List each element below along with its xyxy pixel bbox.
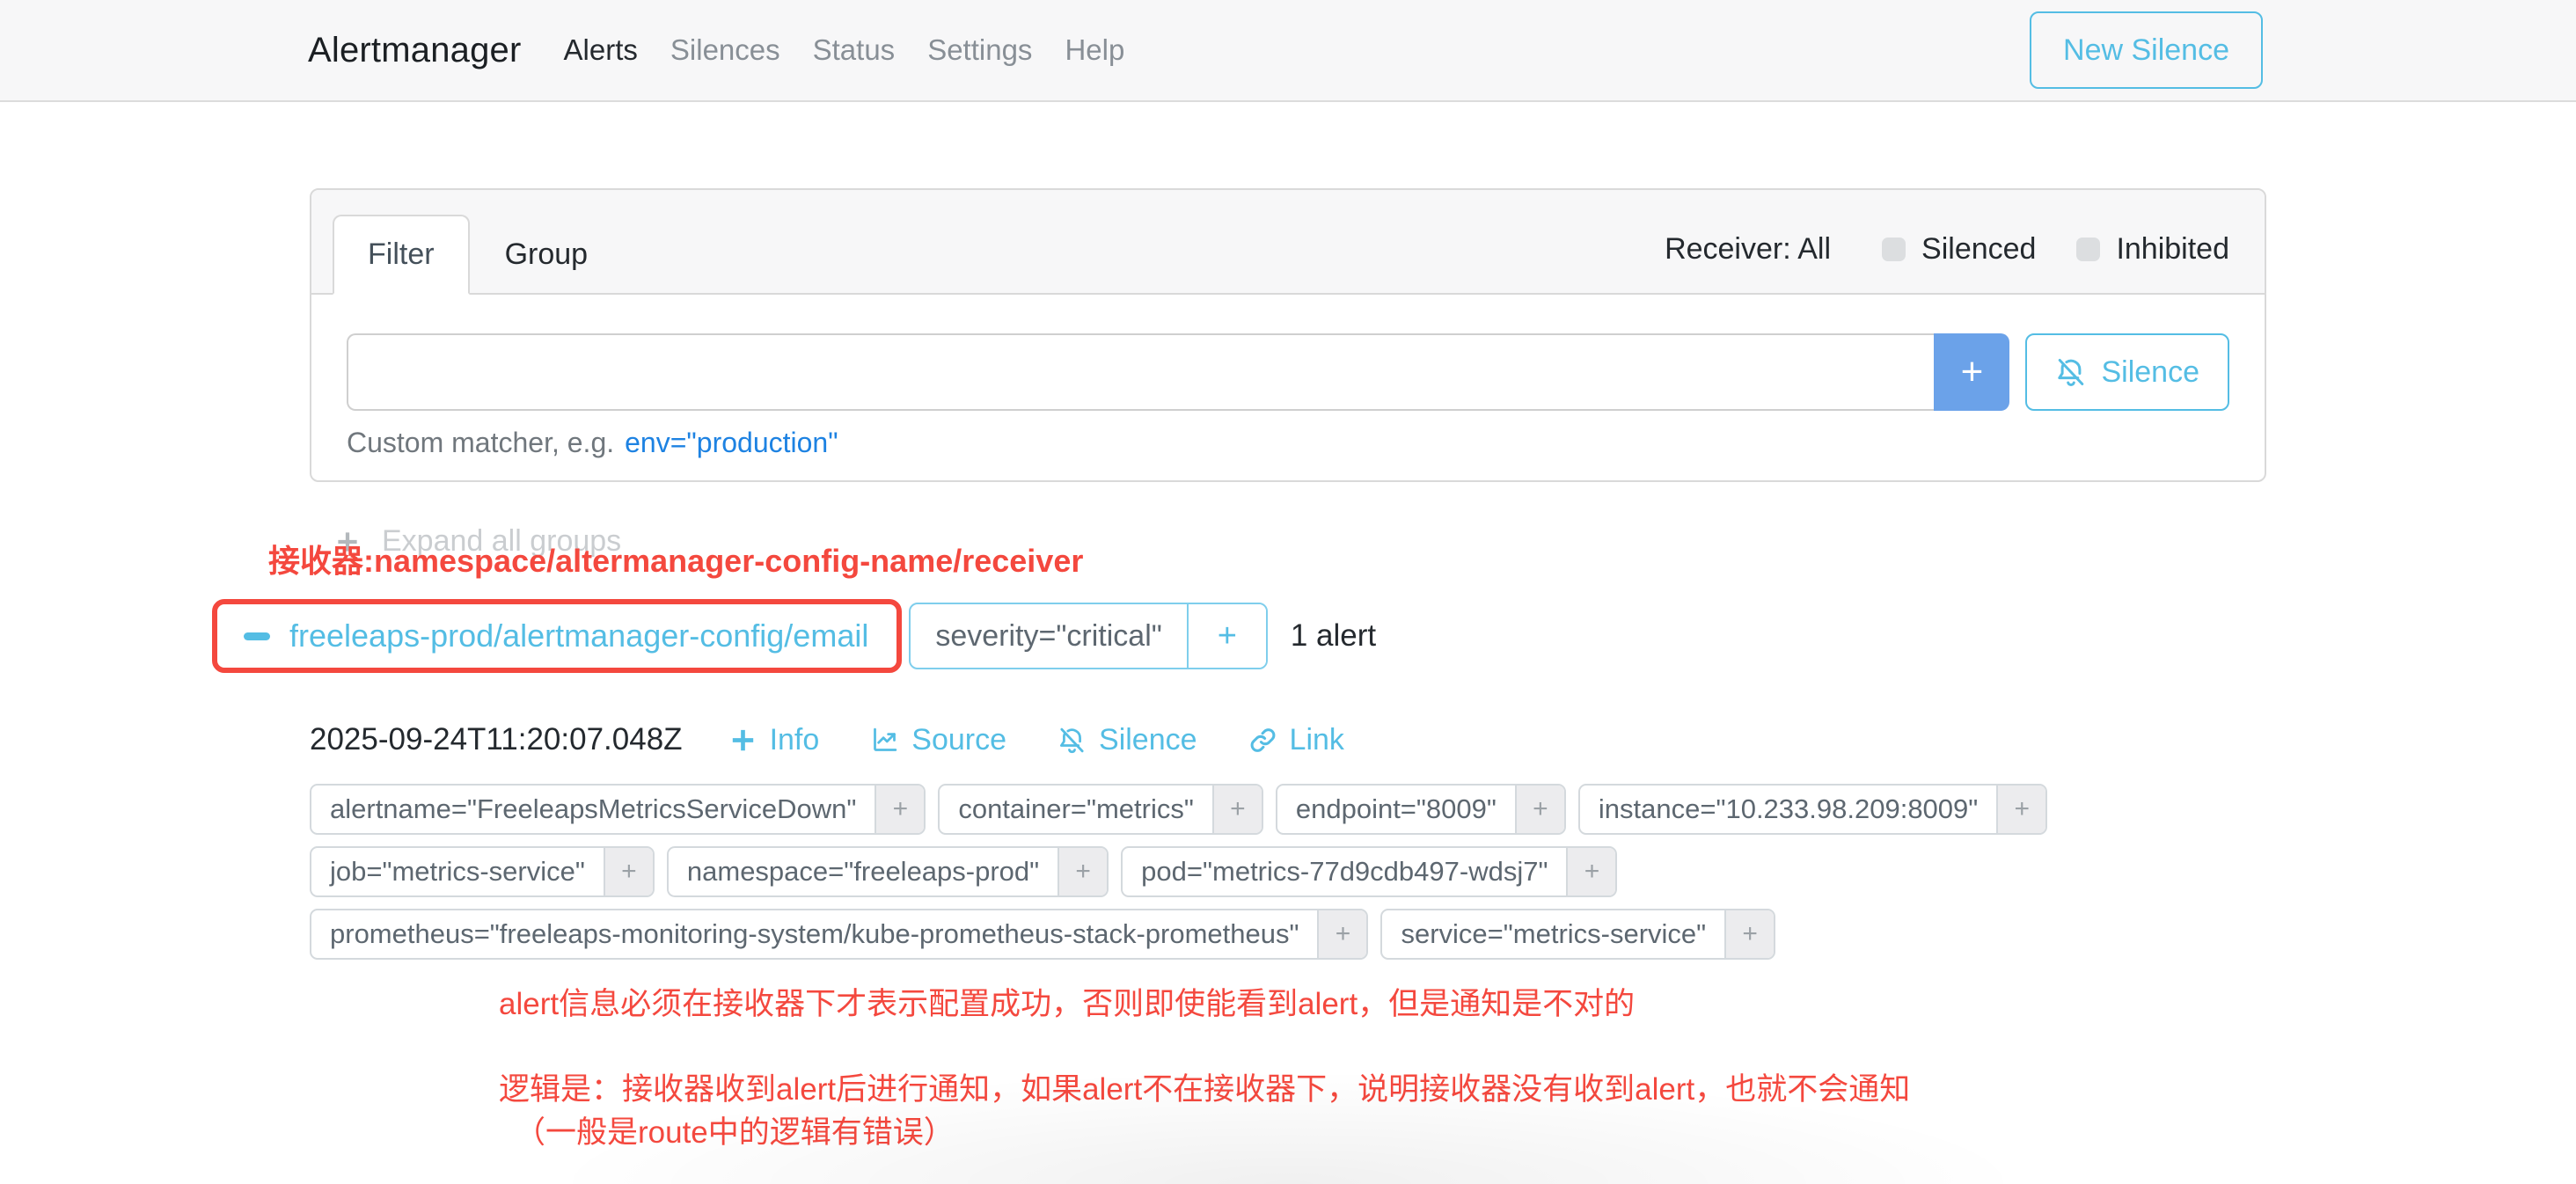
alert-count: 1 alert [1291,618,1376,654]
alert-label-chip: endpoint="8009"+ [1276,784,1566,835]
alert-label-chip: job="metrics-service"+ [310,846,655,897]
alert-label-text: pod="metrics-77d9cdb497-wdsj7" [1123,848,1566,895]
alert-header-row: 2025-09-24T11:20:07.048Z Info Source Silen… [310,722,2266,757]
action-label: Silence [1099,723,1197,757]
app-brand[interactable]: Alertmanager [308,31,522,70]
alert-label-text: job="metrics-service" [311,848,604,895]
alert-timestamp: 2025-09-24T11:20:07.048Z [310,722,683,757]
matcher-input[interactable] [347,333,1934,411]
alert-label-add-button[interactable]: + [1057,848,1107,895]
inhibited-label: Inhibited [2116,232,2229,267]
alert-label-text: endpoint="8009" [1277,786,1515,833]
add-matcher-button[interactable]: + [1934,333,2009,411]
alert-label-text: prometheus="freeleaps-monitoring-system/… [311,910,1317,958]
receiver-filter-dropdown[interactable]: Receiver: All [1665,232,1831,267]
alert-action-info[interactable]: Info [728,723,820,757]
nav-item-help[interactable]: Help [1065,33,1124,67]
alert-label-text: namespace="freeleaps-prod" [669,848,1057,895]
tab-group[interactable]: Group [470,215,624,295]
annotation-highlight-box: freeleaps-prod/alertmanager-config/email [212,599,902,673]
nav-item-settings[interactable]: Settings [927,33,1032,67]
group-receiver-toggle[interactable]: freeleaps-prod/alertmanager-config/email [244,613,868,659]
alert-label-add-button[interactable]: + [604,848,653,895]
alert-label-text: instance="10.233.98.209:8009" [1580,786,1996,833]
alert-label-chip: container="metrics"+ [938,784,1263,835]
alert-label-chip: instance="10.233.98.209:8009"+ [1578,784,2047,835]
alert-label-add-button[interactable]: + [1566,848,1615,895]
group-matcher-add-button[interactable]: + [1187,604,1266,668]
custom-matcher-hint: Custom matcher, e.g. env="production" [347,427,2229,459]
logic-annotation-line1: 逻辑是：接收器收到alert后进行通知，如果alert不在接收器下，说明接收器没… [499,1068,2266,1111]
silence-button-label: Silence [2101,355,2199,390]
nav-item-status[interactable]: Status [813,33,896,67]
hint-example-link[interactable]: env="production" [625,427,838,458]
silence-filter-button[interactable]: Silence [2025,333,2229,411]
alert-label-chip: prometheus="freeleaps-monitoring-system/… [310,909,1368,960]
top-navigation-bar: Alertmanager Alerts Silences Status Setting… [0,0,2576,102]
logic-annotation-text: 逻辑是：接收器收到alert后进行通知，如果alert不在接收器下，说明接收器没… [499,1068,2266,1154]
alert-label-chip: alertname="FreeleapsMetricsServiceDown"+ [310,784,926,835]
matcher-input-group: + Silence [347,333,2229,411]
filter-options: Receiver: All Silenced Inhibited [1665,232,2229,293]
plus-icon [728,726,757,755]
nav-item-alerts[interactable]: Alerts [564,33,638,67]
silenced-checkbox[interactable] [1882,238,1906,261]
group-matcher-chip: severity="critical" + [909,603,1267,669]
alert-label-text: container="metrics" [940,786,1212,833]
alert-label-text: alertname="FreeleapsMetricsServiceDown" [311,786,875,833]
action-label: Source [911,723,1006,757]
main-content: FilterGroup Receiver: All Silenced Inhibi… [310,188,2266,1154]
alert-label-text: service="metrics-service" [1382,910,1724,958]
alert-label-chip: pod="metrics-77d9cdb497-wdsj7"+ [1121,846,1617,897]
tab-filter[interactable]: Filter [333,215,470,295]
bell-slash-icon [2055,356,2087,388]
main-nav: Alerts Silences Status Settings Help [564,33,1158,67]
new-silence-button[interactable]: New Silence [2030,11,2263,89]
alert-actions: Info Source Silence Link [728,723,1395,757]
alert-label-chip: namespace="freeleaps-prod"+ [667,846,1109,897]
group-matcher-text: severity="critical" [911,604,1186,668]
alert-labels-row: prometheus="freeleaps-monitoring-system/… [310,909,2266,960]
bell-slash-icon [1057,726,1087,755]
group-receiver-label: freeleaps-prod/alertmanager-config/email [289,613,868,659]
alert-label-chip: service="metrics-service"+ [1380,909,1775,960]
alert-label-add-button[interactable]: + [1996,786,2045,833]
alert-label-add-button[interactable]: + [1212,786,1262,833]
alert-labels-row: job="metrics-service"+namespace="freelea… [310,846,2266,897]
receiver-annotation-text: 接收器:namespace/altermanager-config-name/r… [268,536,2266,581]
inhibited-checkbox[interactable] [2076,238,2100,261]
filter-group-tabs: FilterGroup [333,215,623,293]
toggle-silenced[interactable]: Silenced [1882,232,2036,267]
alert-label-add-button[interactable]: + [1515,786,1564,833]
alert-label-add-button[interactable]: + [875,786,924,833]
toggle-inhibited[interactable]: Inhibited [2076,232,2229,267]
nav-item-silences[interactable]: Silences [670,33,780,67]
logic-annotation-line2: （一般是route中的逻辑有错误） [515,1111,2266,1154]
alert-labels: alertname="FreeleapsMetricsServiceDown"+… [310,784,2266,960]
action-label: Info [770,723,820,757]
chart-line-icon [870,726,899,755]
filter-card-header: FilterGroup Receiver: All Silenced Inhibi… [311,190,2265,295]
silenced-label: Silenced [1921,232,2036,267]
hint-text: Custom matcher, e.g. [347,427,614,458]
alert-action-link[interactable]: Link [1248,723,1344,757]
alert-action-silence[interactable]: Silence [1057,723,1197,757]
alert-labels-row: alertname="FreeleapsMetricsServiceDown"+… [310,784,2266,835]
action-label: Link [1290,723,1344,757]
filter-card: FilterGroup Receiver: All Silenced Inhibi… [310,188,2266,482]
alert-label-add-button[interactable]: + [1724,910,1774,958]
alert-group-row: freeleaps-prod/alertmanager-config/email… [212,599,2266,673]
alert-label-add-button[interactable]: + [1317,910,1366,958]
link-icon [1248,726,1277,755]
alert-action-source[interactable]: Source [870,723,1006,757]
minus-icon [244,632,270,640]
alert-item: 2025-09-24T11:20:07.048Z Info Source Silen… [310,722,2266,1154]
alert-annotation-text: alert信息必须在接收器下才表示配置成功，否则即使能看到alert，但是通知是… [499,979,2266,1024]
state-checkboxes: Silenced Inhibited [1882,232,2229,267]
filter-card-body: + Silence Custom matcher, e.g. env="produ… [311,295,2265,480]
